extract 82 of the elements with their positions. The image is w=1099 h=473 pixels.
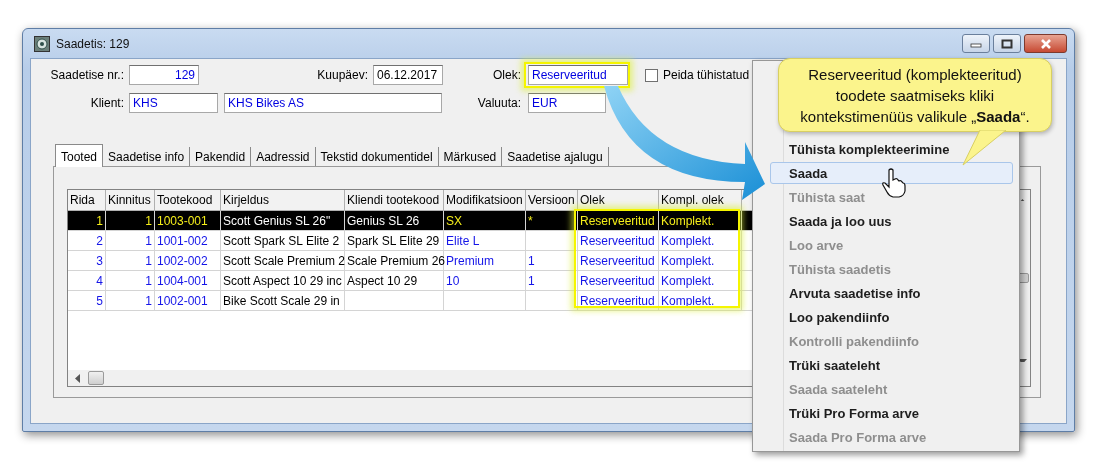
table-cell: 2 — [68, 231, 106, 250]
table-cell: 1003-001 — [155, 211, 221, 230]
menu-item[interactable]: Trüki saateleht — [770, 354, 1013, 376]
table-cell: 1 — [68, 211, 106, 230]
table-cell: Komplekt. — [659, 251, 742, 270]
hand-cursor-icon — [882, 168, 906, 198]
table-cell: Reserveeritud — [578, 251, 659, 270]
menu-item[interactable]: Trüki Pro Forma arve — [770, 402, 1013, 424]
tab[interactable]: Tooted — [55, 144, 104, 167]
maximize-icon — [1001, 38, 1013, 49]
table-cell: 1 — [106, 231, 155, 250]
scroll-down-icon[interactable] — [1017, 358, 1027, 362]
table-cell: Komplekt. — [659, 211, 742, 230]
close-button[interactable] — [1024, 34, 1067, 53]
column-header[interactable]: Modifikatsioon — [444, 190, 526, 210]
table-cell: 1 — [526, 271, 578, 290]
table-cell: Scott Aspect 10 29 inc — [221, 271, 345, 290]
table-cell: 1 — [106, 291, 155, 310]
checkbox[interactable] — [645, 68, 658, 82]
column-header[interactable]: Kinnitus — [106, 190, 155, 210]
client-name-field[interactable]: KHS Bikes AS — [224, 93, 442, 113]
table-cell: Reserveeritud — [578, 211, 659, 230]
table-cell: 1 — [106, 271, 155, 290]
table-cell: Premium — [444, 251, 526, 270]
callout-text: toodete saatmiseks kliki — [835, 85, 995, 106]
table-cell: 1002-002 — [155, 251, 221, 270]
table-cell: Genius SL 26 — [345, 211, 444, 230]
field-label: Saadetise nr.: — [49, 68, 124, 82]
status-field[interactable]: Reserveeritud — [528, 65, 628, 85]
field-label: Klient: — [89, 96, 124, 110]
table-cell: Komplekt. — [659, 231, 742, 250]
client-code-field[interactable]: KHS — [129, 93, 218, 113]
app-icon — [34, 35, 50, 52]
scroll-thumb[interactable] — [88, 371, 104, 385]
table-cell: Reserveeritud — [578, 271, 659, 290]
table-cell: * — [526, 211, 578, 230]
table-cell: 1 — [106, 211, 155, 230]
table-cell: Reserveeritud — [578, 231, 659, 250]
table-cell: Scott Scale Premium 2 — [221, 251, 345, 270]
table-cell: 10 — [444, 271, 526, 290]
table-cell: 1 — [526, 251, 578, 270]
checkbox-label: Peida tühistatud — [663, 68, 750, 82]
table-cell: 1004-001 — [155, 271, 221, 290]
callout-text: Reserveeritud (komplekteeritud) — [808, 64, 1022, 85]
table-cell: Spark SL Elite 29 — [345, 231, 444, 250]
table-cell: Scale Premium 26 — [345, 251, 444, 270]
column-header[interactable]: Olek — [578, 190, 659, 210]
table-cell: Komplekt. — [659, 271, 742, 290]
maximize-button[interactable] — [993, 34, 1021, 53]
column-header[interactable]: Rida — [68, 190, 106, 210]
field-label: Valuuta: — [476, 96, 521, 110]
column-header[interactable]: Versioon — [526, 190, 578, 210]
table-cell: 3 — [68, 251, 106, 270]
shipment-number-field[interactable]: 129 — [129, 65, 199, 85]
scroll-left-icon[interactable] — [74, 373, 80, 383]
table-cell: SX — [444, 211, 526, 230]
field-label: Olek: — [492, 68, 521, 82]
table-cell: Scott Spark SL Elite 2 — [221, 231, 345, 250]
column-header[interactable]: Tootekood — [155, 190, 221, 210]
menu-item[interactable]: Saada ja loo uus — [770, 210, 1013, 232]
table-cell: 4 — [68, 271, 106, 290]
table-cell: 1 — [106, 251, 155, 270]
table-cell: Reserveeritud — [578, 291, 659, 310]
window-title: Saadetis: 129 — [56, 36, 130, 51]
column-header[interactable]: Kirjeldus — [221, 190, 345, 210]
field-label: Kuupäev: — [316, 68, 368, 82]
date-field[interactable]: 06.12.2017 — [373, 65, 443, 85]
column-header[interactable]: Kliendi tootekood — [345, 190, 444, 210]
table-cell: 1001-002 — [155, 231, 221, 250]
table-cell: 1002-001 — [155, 291, 221, 310]
table-cell: Komplekt. — [659, 291, 742, 310]
callout-text: kontekstimenüüs valikule „Saada“. — [800, 106, 1030, 127]
menu-item[interactable]: Tühista komplekteerimine — [770, 138, 1013, 160]
table-cell: Scott Genius SL 26" — [221, 211, 345, 230]
table-cell: Elite L — [444, 231, 526, 250]
table-cell: Aspect 10 29 — [345, 271, 444, 290]
menu-item[interactable]: Saada — [770, 162, 1013, 184]
close-icon — [1038, 37, 1053, 50]
table-cell: Bike Scott Scale 29 in — [221, 291, 345, 310]
currency-field[interactable]: EUR — [528, 93, 606, 113]
minimize-button[interactable] — [962, 34, 990, 53]
table-cell: 5 — [68, 291, 106, 310]
